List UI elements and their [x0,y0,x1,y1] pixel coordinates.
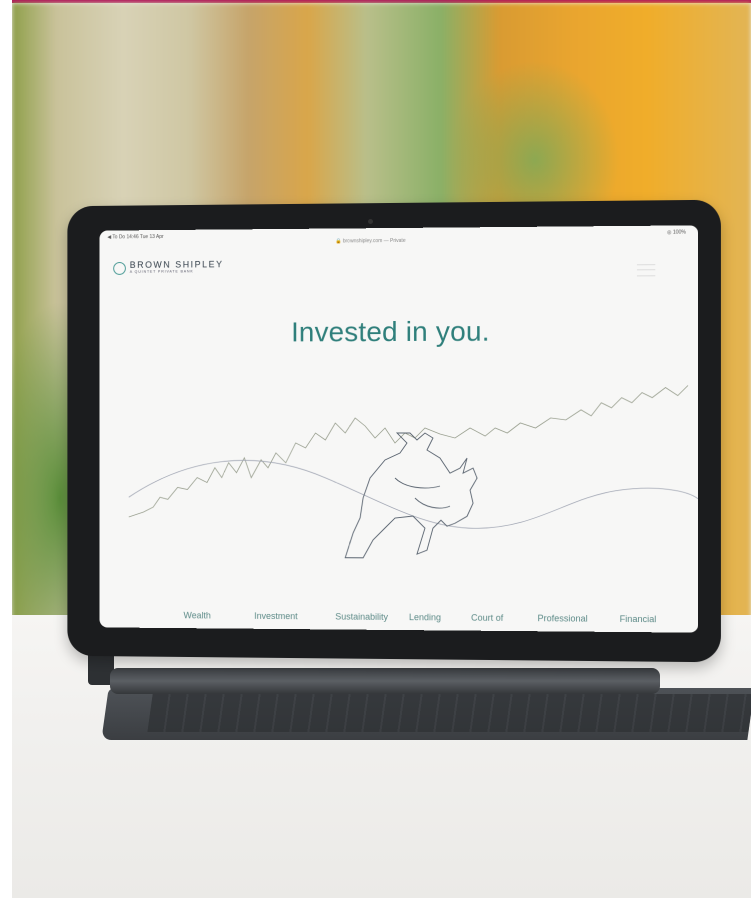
nav-item-court-of[interactable]: Court of [471,613,503,623]
keyboard-keys [147,694,751,732]
nav-item-financial[interactable]: Financial [620,614,657,624]
left-frame-border [0,0,12,898]
nav-item-sustainability[interactable]: Sustainability [335,612,388,622]
nav-item-investment[interactable]: Investment [254,611,297,621]
stock-line [129,385,688,519]
tablet-screen: ◀ To Do 14:46 Tue 13 Apr 🔒 brownshipley.… [99,225,699,633]
wave-line [129,460,698,529]
photo-scene: ◀ To Do 14:46 Tue 13 Apr 🔒 brownshipley.… [0,0,751,898]
nav-item-wealth[interactable]: Wealth [183,610,210,620]
nav-item-lending[interactable]: Lending [409,612,441,622]
keyboard-hinge [110,668,660,694]
bull-market-illustration [100,225,699,632]
nav-item-professional[interactable]: Professional [538,613,588,623]
tablet-camera [368,219,373,224]
